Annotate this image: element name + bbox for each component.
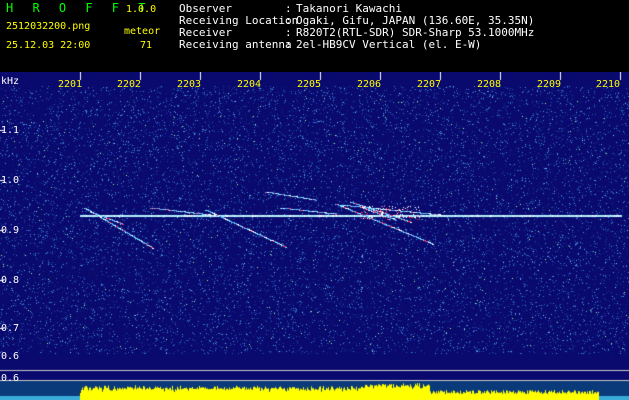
y-tick-label: 0.9 <box>1 225 20 236</box>
y-tick-label: 0.6 <box>1 373 20 384</box>
antenna-key: Receiving antenna <box>179 38 292 51</box>
x-tick-label: 2208 <box>476 79 502 90</box>
app-version: 1.0.0 <box>126 4 157 15</box>
y-tick-label: 0.6 <box>1 351 20 362</box>
meteor-label: meteor <box>124 26 161 37</box>
x-tick-label: 2201 <box>57 79 83 90</box>
x-tick-label: 2205 <box>296 79 322 90</box>
x-tick-label: 2209 <box>536 79 562 90</box>
x-tick-label: 2203 <box>176 79 202 90</box>
spectrogram-canvas <box>0 72 629 400</box>
x-tick-label: 2207 <box>416 79 442 90</box>
y-tick-label: 0.7 <box>1 323 20 334</box>
file-name: 2512032200.png <box>6 21 91 32</box>
meteor-count: 71 <box>140 40 153 51</box>
antenna-value: 2el-HB9CV Vertical (el. E-W) <box>296 38 482 51</box>
y-axis-unit: kHz <box>1 76 20 87</box>
date-time: 25.12.03 22:00 <box>6 40 91 51</box>
x-tick-label: 2210 <box>595 79 621 90</box>
x-tick-label: 2202 <box>116 79 142 90</box>
y-tick-label: 1.1 <box>1 125 20 136</box>
header-panel: H R O F F T 1.0.0 2512032200.png 25.12.0… <box>0 0 629 72</box>
y-tick-label: 0.8 <box>1 275 20 286</box>
x-tick-label: 2206 <box>356 79 382 90</box>
x-tick-label: 2204 <box>236 79 262 90</box>
y-tick-label: 1.0 <box>1 175 20 186</box>
colon: : <box>285 38 292 51</box>
